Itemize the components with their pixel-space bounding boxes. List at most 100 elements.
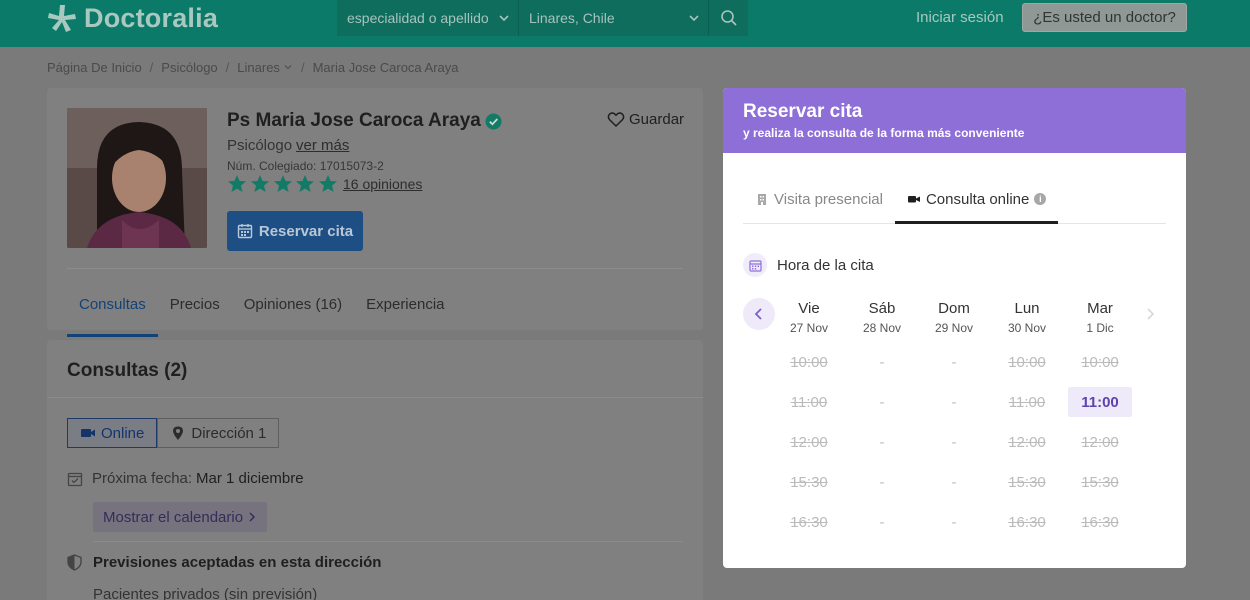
insurance-item: Pacientes privados (sin previsión) — [93, 586, 318, 600]
next-days-button[interactable] — [1134, 298, 1166, 330]
previous-days-button[interactable] — [743, 298, 775, 330]
divider — [47, 397, 703, 398]
logo-text: Doctoralia — [84, 2, 219, 33]
chevron-down-icon — [499, 15, 509, 22]
tab-consultas[interactable]: Consultas — [67, 284, 158, 337]
time-slot-unavailable: 10:00 — [1008, 353, 1046, 371]
day-name: Sáb — [868, 300, 896, 317]
time-slot-unavailable: 12:00 — [1008, 433, 1046, 451]
time-slot-empty: - — [951, 513, 957, 531]
chevron-right-icon — [1147, 308, 1155, 320]
building-icon — [758, 194, 766, 205]
consultations-card: Consultas (2) Online Dirección 1 Próxima… — [47, 340, 703, 600]
chevron-left-icon — [754, 308, 762, 320]
calendar-icon — [237, 224, 253, 239]
chevron-down-icon — [284, 65, 292, 70]
appointment-time-heading: Hora de la cita — [743, 253, 874, 277]
day-date: 1 Dic — [1086, 321, 1114, 335]
divider — [93, 541, 683, 542]
breadcrumb-specialty[interactable]: Psicólogo — [161, 60, 217, 75]
time-slot-available[interactable]: 11:00 — [1068, 387, 1132, 417]
breadcrumb-separator: / — [149, 60, 154, 75]
time-slot-empty: - — [879, 353, 885, 371]
profile-tabs: Consultas Precios Opiniones (16) Experie… — [67, 284, 457, 337]
day-column-header: Mar 1 Dic — [1068, 300, 1132, 335]
show-calendar-button[interactable]: Mostrar el calendario — [93, 502, 268, 532]
time-slot-empty: - — [951, 393, 957, 411]
booking-title: Reservar cita — [743, 101, 863, 122]
time-slot-empty: - — [951, 353, 957, 371]
video-icon — [81, 429, 95, 437]
visit-type-tabs: Visita presencial Consulta online i — [743, 177, 1166, 224]
specialty-text: Psicólogo — [227, 137, 293, 154]
top-navigation-bar: Doctoralia especialidad o apellido Linar… — [0, 0, 1250, 47]
star-icon — [296, 175, 315, 192]
insurance-heading-text: Previsiones aceptadas en esta dirección — [93, 554, 382, 571]
appointment-time-label: Hora de la cita — [777, 256, 874, 274]
info-icon[interactable]: i — [1034, 193, 1047, 205]
time-slot-unavailable: 16:30 — [1081, 513, 1119, 531]
see-more-link[interactable]: ver más — [296, 137, 349, 154]
time-slot-empty: - — [879, 513, 885, 531]
next-date-label: Próxima fecha: — [92, 470, 193, 487]
search-icon — [720, 10, 737, 26]
tab-online-consultation[interactable]: Consulta online i — [894, 177, 1059, 224]
time-slot-unavailable: 10:00 — [790, 353, 828, 371]
day-column-header: Sáb 28 Nov — [850, 300, 914, 335]
doctoralia-logo[interactable]: Doctoralia — [46, 3, 218, 33]
time-slot-empty: - — [951, 473, 957, 491]
tab-in-person-label: Visita presencial — [774, 190, 883, 208]
book-appointment-button[interactable]: Reservar cita — [227, 211, 363, 251]
address-tab-direccion-1[interactable]: Dirección 1 — [157, 418, 280, 448]
breadcrumb-city-label: Linares — [237, 60, 280, 75]
tab-opiniones[interactable]: Opiniones (16) — [232, 284, 354, 325]
day-column-header: Dom 29 Nov — [922, 300, 986, 335]
divider — [67, 268, 683, 269]
star-icon — [250, 175, 269, 192]
specialty-search-input[interactable]: especialidad o apellido — [337, 0, 519, 36]
tab-precios[interactable]: Precios — [158, 284, 232, 325]
tab-experiencia[interactable]: Experiencia — [354, 284, 456, 325]
time-slot-unavailable: 10:00 — [1081, 353, 1119, 371]
doctor-profile-card: Ps Maria Jose Caroca Araya Guardar Psicó… — [47, 88, 703, 337]
video-icon — [907, 196, 920, 203]
time-slot-empty: - — [879, 473, 885, 491]
day-name: Mar — [1087, 300, 1113, 317]
star-icon — [228, 175, 246, 192]
breadcrumb-city[interactable]: Linares — [237, 60, 293, 75]
time-slot-unavailable: 15:30 — [1081, 473, 1119, 491]
location-pin-icon — [173, 426, 184, 440]
booking-header: Reservar cita y realiza la consulta de l… — [723, 88, 1186, 153]
location-search-input[interactable]: Linares, Chile — [519, 0, 709, 36]
address-tabs: Online Dirección 1 — [67, 418, 280, 448]
doctor-name: Ps Maria Jose Caroca Araya — [227, 110, 502, 132]
calendar-check-icon — [67, 472, 83, 486]
tab-in-person-visit[interactable]: Visita presencial — [743, 177, 895, 221]
location-value: Linares, Chile — [529, 10, 615, 26]
address-tab-online[interactable]: Online — [67, 418, 158, 448]
day-name: Vie — [798, 300, 820, 317]
breadcrumb-home[interactable]: Página De Inicio — [47, 60, 142, 75]
reviews-link[interactable]: 16 opiniones — [343, 176, 422, 192]
breadcrumb-current: Maria Jose Caroca Araya — [312, 60, 459, 75]
are-you-a-doctor-button[interactable]: ¿Es usted un doctor? — [1022, 3, 1187, 32]
doctor-photo-icon — [67, 108, 207, 248]
breadcrumb-separator: / — [300, 60, 305, 75]
time-slot-empty: - — [879, 393, 885, 411]
login-link[interactable]: Iniciar sesión — [916, 9, 1004, 26]
save-profile-button[interactable]: Guardar — [607, 111, 684, 128]
chevron-down-icon — [689, 15, 699, 22]
time-slot-empty: - — [879, 433, 885, 451]
time-slot-unavailable: 16:30 — [1008, 513, 1046, 531]
time-slot-unavailable: 15:30 — [790, 473, 828, 491]
doctor-specialty: Psicólogo ver más — [227, 137, 349, 154]
registration-number: Núm. Colegiado: 17015073-2 — [227, 159, 384, 173]
day-date: 28 Nov — [862, 321, 902, 335]
calendar-icon — [743, 253, 767, 277]
tab-online-label: Consulta online — [925, 190, 1030, 208]
insurance-heading: Previsiones aceptadas en esta dirección — [67, 554, 381, 571]
day-date: 29 Nov — [934, 321, 974, 335]
search-button[interactable] — [709, 0, 748, 36]
star-icon — [273, 175, 292, 192]
consultations-title: Consultas (2) — [67, 360, 188, 381]
